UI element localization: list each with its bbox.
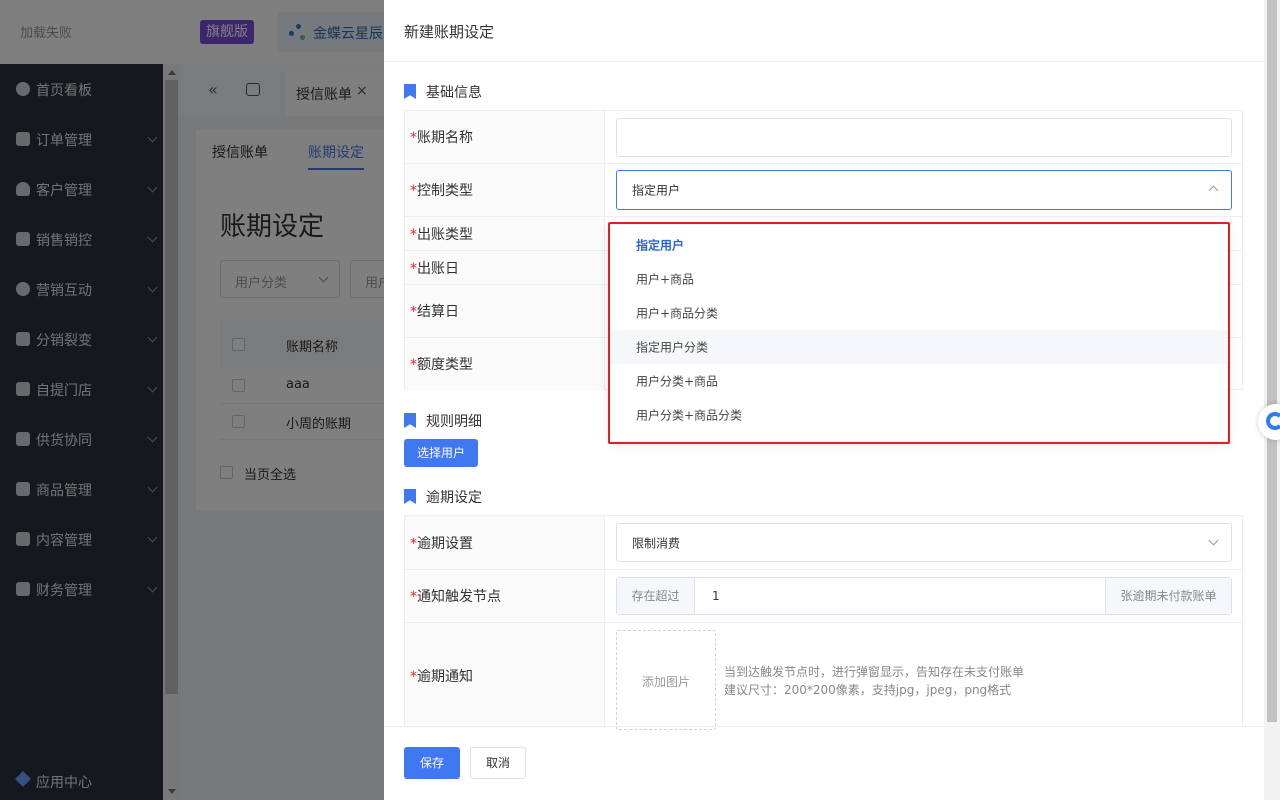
section-rule-detail: 规则明细 xyxy=(404,411,604,431)
chevron-down-icon xyxy=(1208,535,1219,546)
overdue-setting-select[interactable]: 限制消费 xyxy=(616,523,1232,562)
option-specified-user[interactable]: 指定用户 xyxy=(609,228,1227,262)
section-overdue: 逾期设定 xyxy=(404,487,604,507)
field-label: *结算日 xyxy=(405,285,605,337)
field-label: *额度类型 xyxy=(405,338,605,390)
input-prefix: 存在超过 xyxy=(617,578,695,614)
bookmark-icon xyxy=(404,84,416,99)
option-specified-user-category[interactable]: 指定用户分类 xyxy=(609,330,1227,364)
upload-label: 添加图片 xyxy=(641,675,690,689)
field-label: *逾期通知 xyxy=(405,623,605,728)
field-label: *通知触发节点 xyxy=(405,570,605,622)
scrollbar-thumb[interactable] xyxy=(1267,0,1277,722)
select-value: 指定用户 xyxy=(632,183,681,198)
option-user-category-goods-category[interactable]: 用户分类+商品分类 xyxy=(609,398,1227,432)
overlay-mask[interactable] xyxy=(0,0,384,800)
field-label: *逾期设置 xyxy=(405,516,605,569)
bookmark-icon xyxy=(404,413,416,428)
select-value: 限制消费 xyxy=(632,536,681,550)
footer-divider xyxy=(384,726,1264,727)
drawer-title: 新建账期设定 xyxy=(404,23,495,41)
notice-hint: 当到达触发节点时，进行弹窗显示，告知存在未支付账单 xyxy=(724,665,1025,679)
divider xyxy=(384,61,1264,62)
assistant-icon xyxy=(1266,412,1280,430)
save-button[interactable]: 保存 xyxy=(404,747,460,779)
period-name-input[interactable] xyxy=(616,118,1232,157)
drawer-scrollbar[interactable] xyxy=(1264,0,1280,800)
input-suffix: 张逾期未付款账单 xyxy=(1105,578,1231,614)
field-label: *账期名称 xyxy=(405,111,605,163)
size-hint: 建议尺寸：200*200像素，支持jpg，jpeg，png格式 xyxy=(724,683,1012,697)
option-user-goods-category[interactable]: 用户+商品分类 xyxy=(609,296,1227,330)
control-type-dropdown: 指定用户 用户+商品 用户+商品分类 指定用户分类 用户分类+商品 用户分类+商… xyxy=(609,225,1227,441)
add-image-upload[interactable]: 添加图片 xyxy=(616,630,716,730)
field-label: *出账类型 xyxy=(405,217,605,250)
field-label: *出账日 xyxy=(405,251,605,284)
option-user-goods[interactable]: 用户+商品 xyxy=(609,262,1227,296)
select-user-button[interactable]: 选择用户 xyxy=(404,439,478,467)
form-row-trigger: *通知触发节点 存在超过 1 张逾期未付款账单 xyxy=(405,570,1242,623)
bookmark-icon xyxy=(404,489,416,504)
form-row-name: *账期名称 xyxy=(405,111,1242,164)
form-row-overdue-notice: *逾期通知 添加图片 当到达触发节点时，进行弹窗显示，告知存在未支付账单 建议尺… xyxy=(405,623,1242,730)
section-title: 规则明细 xyxy=(426,414,482,430)
trigger-count-input[interactable]: 1 xyxy=(712,589,720,603)
section-basic-info: 基础信息 xyxy=(404,82,604,102)
chevron-up-icon xyxy=(1208,185,1219,196)
control-type-select[interactable]: 指定用户 xyxy=(616,170,1232,210)
overdue-form: *逾期设置 限制消费 *通知触发节点 存在超过 1 张逾期未付款账单 *逾期通知… xyxy=(404,515,1243,730)
section-title: 逾期设定 xyxy=(426,490,482,506)
form-row-overdue-setting: *逾期设置 限制消费 xyxy=(405,516,1242,570)
section-title: 基础信息 xyxy=(426,85,482,101)
field-label: *控制类型 xyxy=(405,164,605,216)
form-row-control-type: *控制类型 指定用户 xyxy=(405,164,1242,217)
new-period-drawer: 新建账期设定 基础信息 *账期名称 *控制类型 指定用户 *出账类型 *出账日 … xyxy=(384,0,1280,800)
cancel-button[interactable]: 取消 xyxy=(470,747,526,779)
option-user-category-goods[interactable]: 用户分类+商品 xyxy=(609,364,1227,398)
trigger-input-group: 存在超过 1 张逾期未付款账单 xyxy=(616,577,1232,615)
